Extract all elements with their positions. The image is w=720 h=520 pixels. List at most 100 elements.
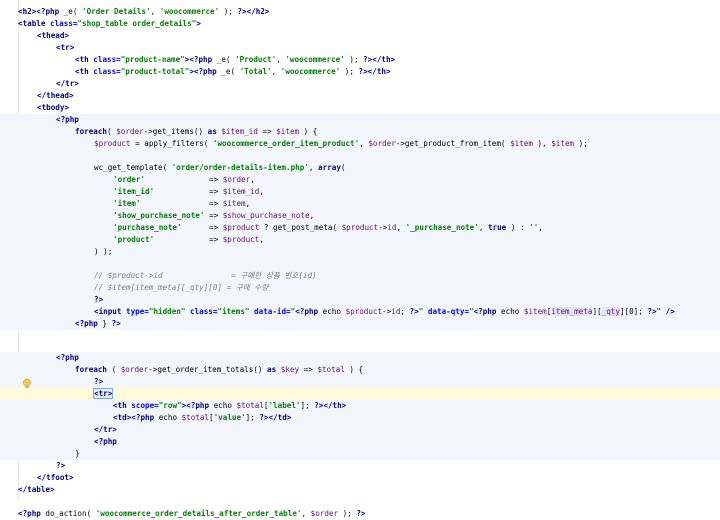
code-editor[interactable]: <h2><?php _e( 'Order Details', 'woocomme… <box>0 0 720 518</box>
code-line[interactable]: ) ); <box>0 246 720 258</box>
code-line[interactable]: <tr> <box>0 42 720 54</box>
code-line[interactable] <box>0 496 720 508</box>
code-line[interactable]: 'item' => $item, <box>0 198 720 210</box>
code-token: ), <box>532 139 552 148</box>
code-line-text: <th scope="row"><?php echo $total['label… <box>113 400 346 412</box>
code-token: ); <box>574 139 588 148</box>
code-line[interactable]: <?php <box>0 352 720 364</box>
code-line[interactable]: $product = apply_filters( 'woocommerce_o… <box>0 138 720 150</box>
code-token: => <box>257 127 277 136</box>
code-token: $product <box>222 223 260 232</box>
code-token: } <box>75 449 80 458</box>
code-line-text: <tbody> <box>37 102 69 114</box>
code-token: , <box>308 163 319 172</box>
code-token: echo <box>154 413 182 422</box>
code-line[interactable] <box>0 330 720 342</box>
code-token: </th> <box>372 55 396 64</box>
lightbulb-icon[interactable] <box>22 378 32 390</box>
code-token: class= <box>93 55 121 64</box>
code-token: ; <box>400 307 410 316</box>
code-line-text: </thead> <box>37 90 74 102</box>
code-line[interactable]: ?> <box>0 460 720 472</box>
code-token: </th> <box>323 401 347 410</box>
code-line[interactable]: </table> <box>0 484 720 496</box>
code-token: $order <box>116 127 144 136</box>
code-line-text: <?php <box>94 436 117 448</box>
code-token: $total <box>181 413 210 422</box>
code-token: // $product->id = 구매한 상품 번호(id) <box>94 271 317 280</box>
code-line[interactable]: <tbody> <box>0 102 720 114</box>
code-token: <?php <box>56 115 79 124</box>
code-line[interactable]: <input type="hidden" class="items" data-… <box>0 306 720 318</box>
code-line[interactable]: 'item_id' => $item_id, <box>0 186 720 198</box>
code-line-text: // $item[item_meta][_qty][0] = 구매 수량 <box>94 282 268 294</box>
code-token: 'woocommerce' <box>285 55 345 64</box>
code-line[interactable]: </thead> <box>0 90 720 102</box>
code-line-text: </tr> <box>94 424 117 436</box>
code-line[interactable]: <?php } ?> <box>0 318 720 330</box>
code-token: ( <box>107 365 121 374</box>
code-line[interactable]: 'purchase_note' => $product ? get_post_m… <box>0 222 720 234</box>
code-token: , <box>245 199 251 208</box>
code-token: ( <box>340 163 346 172</box>
code-line[interactable]: <thead> <box>0 30 720 42</box>
code-token: ); <box>340 67 359 76</box>
code-line[interactable]: wc_get_template( 'order/order-details-it… <box>0 162 720 174</box>
code-line[interactable]: // $product->id = 구매한 상품 번호(id) <box>0 270 720 282</box>
code-token: ( <box>107 127 117 136</box>
code-token: '_purchase_note' <box>405 223 479 232</box>
code-line[interactable]: <th class="product-total"><?php _e( 'Tot… <box>0 66 720 78</box>
code-line[interactable]: 'show_purchase_note' => $show_purchase_n… <box>0 210 720 222</box>
code-line[interactable]: 'order' => $order, <box>0 174 720 186</box>
code-line-text: <tr> <box>92 388 114 400</box>
code-line[interactable]: </tfoot> <box>0 472 720 484</box>
code-token: $total <box>236 401 264 410</box>
code-token: => <box>140 199 223 208</box>
code-token: = apply_filters( <box>130 139 213 148</box>
code-token: </td> <box>268 413 292 422</box>
code-token: ) ); <box>94 247 113 256</box>
code-token: ?> <box>647 307 657 316</box>
code-token: "product-total" <box>120 67 190 76</box>
code-token: 'woocommerce' <box>280 67 341 76</box>
code-line[interactable] <box>0 258 720 270</box>
code-token: 'order' <box>113 175 146 184</box>
code-line[interactable]: <td><?php echo $total['value']; ?></td> <box>0 412 720 424</box>
code-line[interactable]: foreach ( $order->get_order_item_totals(… <box>0 364 720 376</box>
code-token: "shop_table order_details" <box>77 19 197 28</box>
code-token: <th <box>75 67 94 76</box>
code-line[interactable]: <th scope="row"><?php echo $total['label… <box>0 400 720 412</box>
code-line[interactable]: // $item[item_meta][_qty][0] = 구매 수량 <box>0 282 720 294</box>
code-token: $product <box>222 235 260 244</box>
code-line[interactable]: ?> <box>0 376 720 388</box>
code-token: <?php <box>189 55 213 64</box>
code-line[interactable]: ?> <box>0 294 720 306</box>
code-line[interactable] <box>0 150 720 162</box>
code-line[interactable]: <h2><?php _e( 'Order Details', 'woocomme… <box>0 6 720 18</box>
code-line[interactable]: </tr> <box>0 78 720 90</box>
code-line-current[interactable]: <tr> <box>0 388 720 400</box>
code-line[interactable]: <?php <box>0 436 720 448</box>
code-line-text: 'order' => $order, <box>113 174 255 186</box>
code-token: 'item_id' <box>113 187 155 196</box>
code-token: data-id= <box>249 307 291 316</box>
code-token: ->get_product_from_item( <box>395 139 511 148</box>
code-line[interactable]: 'product' => $product, <box>0 234 720 246</box>
code-line[interactable]: <th class="product-name"><?php _e( 'Prod… <box>0 54 720 66</box>
code-token: "hidden" <box>148 307 186 316</box>
code-token: $show_purchase_note <box>222 211 310 220</box>
code-token: // $item[item_meta][_qty][0] = 구매 수량 <box>94 283 269 292</box>
code-token: 'value' <box>213 413 246 422</box>
code-token: => <box>145 175 223 184</box>
code-token: $order <box>222 175 251 184</box>
code-line[interactable]: foreach( $order->get_items() as $item_id… <box>0 126 720 138</box>
code-line[interactable]: <?php do_action( 'woocommerce_order_deta… <box>0 508 720 520</box>
code-token: > <box>196 19 201 28</box>
code-line-text: ?> <box>94 294 103 306</box>
code-token: echo <box>496 307 524 316</box>
code-line[interactable]: </tr> <box>0 424 720 436</box>
code-line[interactable]: <table class="shop_table order_details"> <box>0 18 720 30</box>
code-line[interactable]: } <box>0 448 720 460</box>
code-line[interactable]: <?php <box>0 114 720 126</box>
code-token: 'woocommerce_order_details_after_order_t… <box>95 509 302 518</box>
